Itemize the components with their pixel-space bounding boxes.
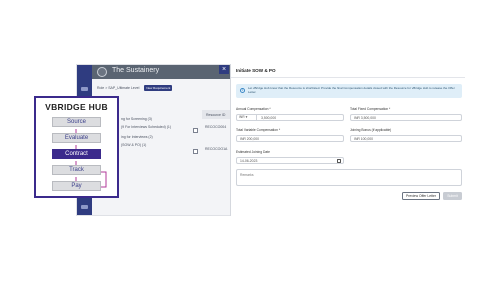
joining-bonus-field[interactable]: INR 100,000 (350, 135, 462, 142)
currency-value: INR (239, 115, 245, 119)
stage-evaluate: Evaluate (52, 133, 101, 143)
currency-select[interactable]: INR ▾ (236, 114, 257, 121)
resource-id: RECOCO004 (205, 125, 227, 129)
nav-icon[interactable] (81, 205, 88, 209)
breadcrumb-separator: > (105, 86, 108, 90)
submit-button[interactable]: Submit (443, 192, 462, 200)
resource-id: RECOCOO1A (205, 147, 228, 151)
breadcrumb-item[interactable]: Role (97, 86, 104, 90)
grid-icon[interactable] (81, 87, 88, 91)
breadcrumb: Role > SAP_Ultimate Level New Requiremen… (97, 85, 173, 91)
row-checkbox[interactable] (193, 149, 198, 154)
stage: The Sustainery Role > SAP_Ultimate Level… (0, 0, 500, 281)
total-variable-field[interactable]: INR 200,000 (236, 135, 344, 142)
stage-contract: Contract (52, 149, 101, 159)
info-banner: i Let vBridge Hub know that the Resource… (236, 84, 462, 98)
list-item[interactable]: ng for Screening (3) (121, 117, 152, 121)
close-icon[interactable]: × (219, 65, 229, 74)
annual-comp-label: Annual Compensation * (236, 107, 271, 111)
list-item[interactable]: (9 For Interviews Scheduled) (1) (121, 125, 171, 129)
track-pay-loop (101, 171, 107, 188)
info-icon: i (240, 88, 245, 93)
chevron-down-icon: ▾ (245, 115, 248, 119)
sow-po-modal: Initiate SOW & PO i Let vBridge Hub know… (230, 64, 465, 216)
divider (231, 77, 465, 78)
modal-title: Initiate SOW & PO (236, 68, 276, 73)
total-variable-label: Total Variable Compensation * (236, 128, 281, 132)
joining-bonus-label: Joining Bonus (if applicable) (350, 128, 392, 132)
total-fixed-field[interactable]: INR 3,500,000 (350, 114, 462, 121)
preview-offer-letter-button[interactable]: Preview Offer Letter (402, 192, 440, 200)
joining-date-field[interactable]: 14-06-2023 (236, 157, 344, 164)
calendar-icon[interactable] (337, 159, 341, 163)
info-text: Let vBridge Hub know that the Resource i… (248, 86, 455, 94)
app-title: The Sustainery (112, 67, 160, 74)
vbridge-hub-card: VBRIDGE HUB Source Evaluate Contract Tra… (34, 96, 119, 198)
total-fixed-label: Total Fixed Compensation * (350, 107, 391, 111)
stage-pay: Pay (52, 181, 101, 191)
joining-date-label: Estimated Joining Date (236, 150, 270, 154)
status-badge: New Requirement (144, 85, 173, 91)
app-logo (97, 67, 107, 77)
list-item[interactable]: ing for Interviews (2) (121, 135, 153, 139)
row-checkbox[interactable] (193, 128, 198, 133)
annual-comp-value: 3,500,000 (261, 116, 277, 120)
joining-date-value: 14-06-2023 (240, 159, 258, 163)
stage-source: Source (52, 117, 101, 127)
breadcrumb-item[interactable]: SAP_Ultimate Level (108, 86, 139, 90)
stage-track: Track (52, 165, 101, 175)
remarks-textarea[interactable]: Remarks (236, 169, 462, 186)
list-item[interactable]: (SOW & PO) (1) (121, 143, 146, 147)
